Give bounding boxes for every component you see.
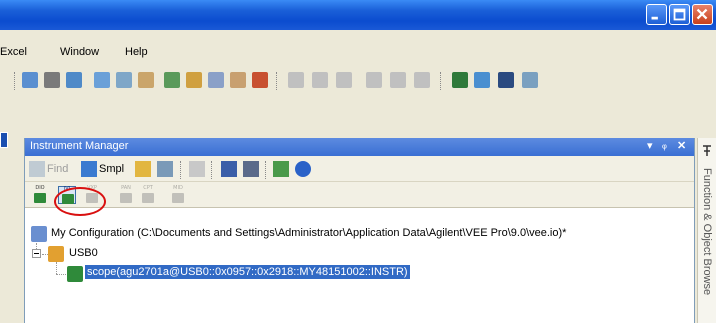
align-middle-icon[interactable]	[390, 72, 406, 88]
simple-icon	[81, 161, 97, 177]
cpt-label: CPT	[143, 185, 153, 191]
highlight-circle	[54, 187, 106, 216]
smpl-button[interactable]: Smpl	[99, 163, 124, 175]
pan-chip-icon	[120, 193, 132, 203]
zoom-icon[interactable]	[22, 72, 38, 88]
close-icon	[696, 8, 708, 20]
mid-label: MID	[173, 185, 183, 191]
timer-icon[interactable]	[230, 72, 246, 88]
function-object-browser-tab[interactable]: Function & Object Browse	[697, 138, 716, 323]
minimize-icon	[651, 16, 658, 20]
main-toolbar	[0, 66, 716, 96]
delete-icon[interactable]	[189, 161, 205, 177]
menu-window[interactable]: Window	[60, 46, 99, 58]
usb0-label: USB0	[69, 247, 98, 259]
record-icon[interactable]	[252, 72, 268, 88]
window-title-bar	[0, 0, 716, 30]
left-panel-fragment	[0, 132, 8, 148]
pan-driver-button[interactable]: PAN	[117, 185, 135, 204]
menu-bar: Excel Window Help	[0, 43, 716, 63]
tree-connector	[56, 262, 57, 274]
find-button[interactable]: Find	[47, 163, 68, 175]
menu-excel[interactable]: Excel	[0, 46, 27, 58]
watch-icon[interactable]	[116, 72, 132, 88]
panel-close-icon[interactable]: ✕	[677, 139, 686, 152]
instrument-toolbar: Find Smpl	[25, 156, 694, 182]
toolbar-separator	[211, 161, 213, 179]
mid-chip-icon	[172, 193, 184, 203]
align-right-icon[interactable]	[336, 72, 352, 88]
tree-instrument-scope[interactable]: scope(agu2701a@USB0::0x0957::0x2918::MY4…	[85, 265, 410, 279]
menu-window-label: Window	[60, 46, 100, 58]
panel-title: Instrument Manager	[30, 140, 129, 152]
minimize-button[interactable]	[646, 4, 667, 25]
function-icon[interactable]	[138, 72, 154, 88]
side-panel-label: Function & Object Browse	[701, 168, 713, 296]
toolbar-separator	[14, 72, 16, 90]
find-instrument-icon	[29, 161, 45, 177]
tree-connector	[56, 274, 66, 275]
align-bottom-icon[interactable]	[414, 72, 430, 88]
menu-help[interactable]: Help	[125, 46, 148, 58]
align-left-icon[interactable]	[288, 72, 304, 88]
toolbar-separator	[440, 72, 442, 90]
usb0-expander[interactable]	[32, 249, 41, 258]
usb-interface-icon	[48, 246, 64, 262]
tree-usb0[interactable]: USB0	[69, 247, 98, 259]
toolbar-separator	[265, 161, 267, 179]
toolbar-separator	[276, 72, 278, 90]
properties-icon[interactable]	[94, 72, 110, 88]
cpt-chip-icon	[142, 193, 154, 203]
device-icon[interactable]	[164, 72, 180, 88]
dio-chip-icon	[34, 193, 46, 203]
menu-excel-label: Excel	[0, 46, 27, 58]
display-icon[interactable]	[498, 72, 514, 88]
align-top-icon[interactable]	[366, 72, 382, 88]
instrument-properties-icon[interactable]	[157, 161, 173, 177]
pin-icon[interactable]	[701, 144, 713, 158]
save-icon[interactable]	[221, 161, 237, 177]
configure-icon[interactable]	[186, 72, 202, 88]
add-instrument-icon[interactable]	[135, 161, 151, 177]
instrument-label: scope(agu2701a@USB0::0x0957::0x2918::MY4…	[85, 265, 410, 279]
configuration-icon	[31, 226, 47, 242]
web-icon[interactable]	[452, 72, 468, 88]
network-icon[interactable]	[474, 72, 490, 88]
dio-label: DIO	[35, 185, 45, 191]
print-icon[interactable]	[243, 161, 259, 177]
maximize-button[interactable]	[669, 4, 690, 25]
panel-title-bar: Instrument Manager ▾ ᵩ ✕	[25, 138, 694, 156]
dio-driver-button[interactable]: DIO	[31, 185, 49, 204]
maximize-icon	[673, 8, 686, 21]
edit-icon[interactable]	[522, 72, 538, 88]
refresh-icon[interactable]	[273, 161, 289, 177]
mid-driver-button[interactable]: MID	[169, 185, 187, 204]
toolbar-separator	[180, 161, 182, 179]
align-center-icon[interactable]	[312, 72, 328, 88]
instrument-manager-panel: Instrument Manager ▾ ᵩ ✕ Find Smpl DIO I…	[24, 138, 695, 323]
find-next-icon[interactable]	[66, 72, 82, 88]
panel-dropdown-icon[interactable]: ▾	[647, 139, 653, 152]
pan-label: PAN	[121, 185, 131, 191]
help-icon[interactable]	[295, 161, 311, 177]
close-button[interactable]	[692, 4, 713, 25]
pin-icon[interactable]: ᵩ	[662, 139, 667, 151]
tree-root-label: My Configuration (C:\Documents and Setti…	[51, 227, 567, 239]
instrument-icon	[67, 266, 83, 282]
tree-root[interactable]: My Configuration (C:\Documents and Setti…	[51, 227, 566, 239]
cpt-driver-button[interactable]: CPT	[139, 185, 157, 204]
driver-toolbar: DIO IVI VXP PAN CPT MID	[25, 182, 694, 208]
menu-help-label: Help	[125, 46, 148, 58]
find-icon[interactable]	[44, 72, 60, 88]
panel-icon[interactable]	[208, 72, 224, 88]
